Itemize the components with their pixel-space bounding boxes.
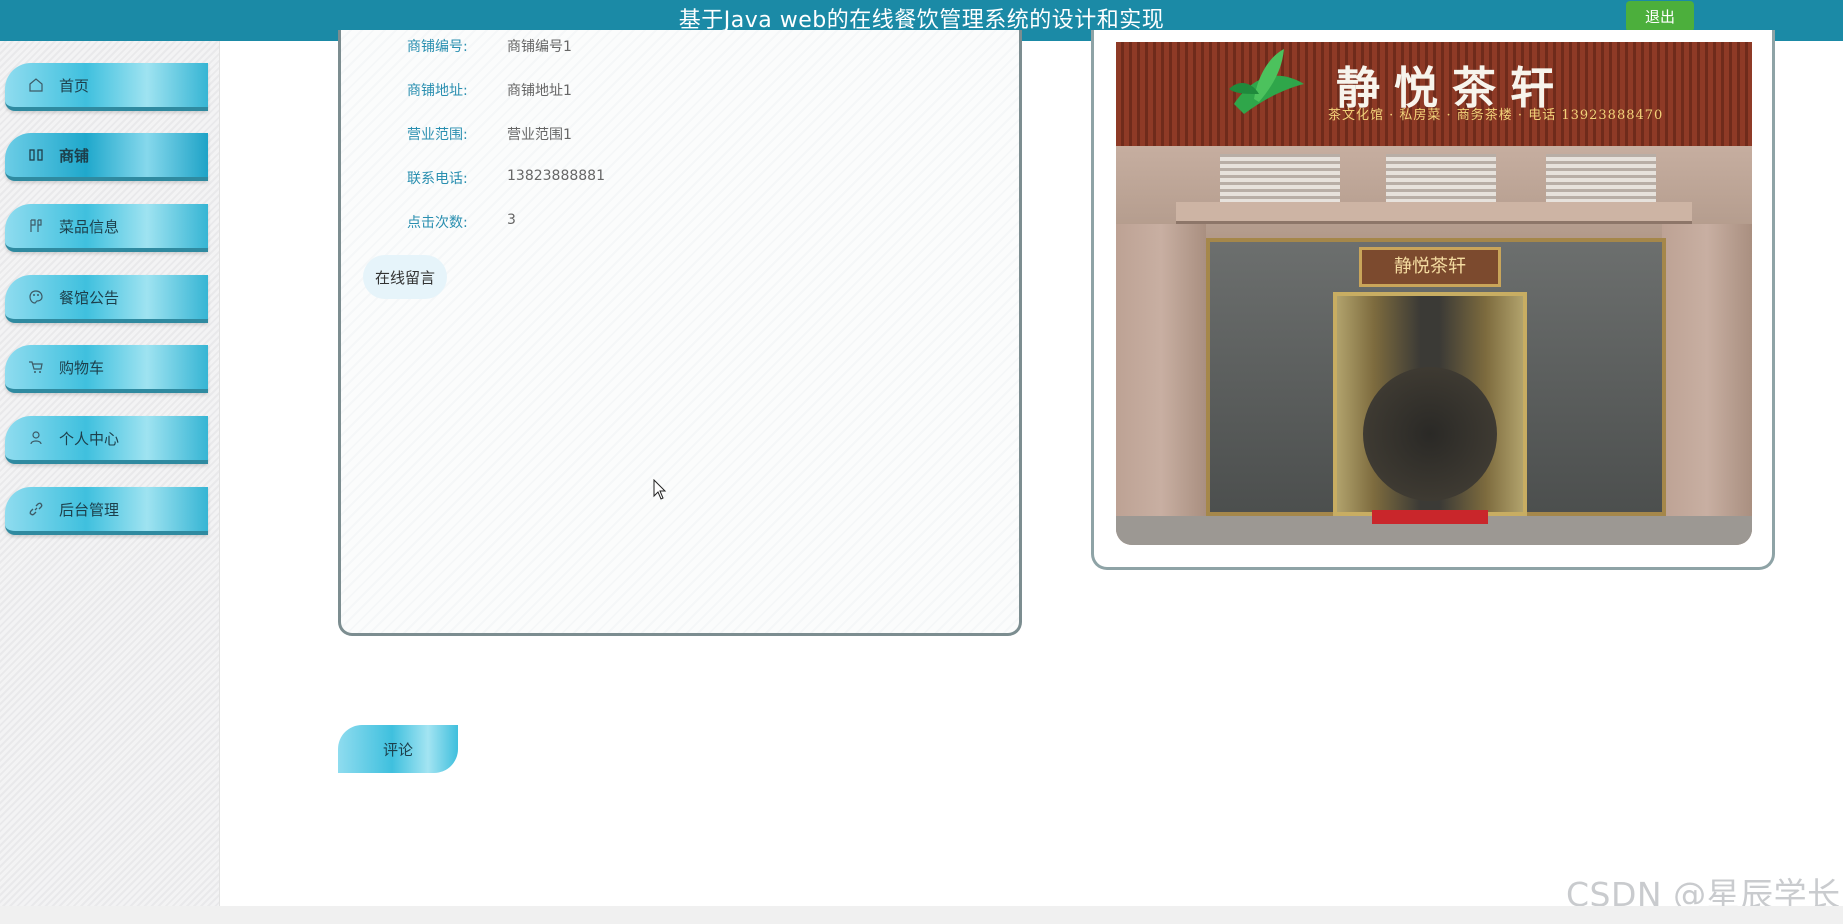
sidebar: 首页 商铺 菜品信息 餐馆公告 购物车 个人中心 后台管理	[0, 41, 220, 924]
sidebar-item-label: 菜品信息	[59, 217, 120, 236]
sidebar-item-profile[interactable]: 个人中心	[5, 416, 208, 464]
field-shop-id: 商铺编号: 商铺编号1	[407, 36, 572, 56]
sidebar-item-label: 个人中心	[59, 429, 120, 448]
field-phone: 联系电话: 13823888881	[407, 168, 605, 188]
logout-button[interactable]: 退出	[1626, 1, 1694, 32]
user-icon	[27, 429, 45, 447]
red-carpet	[1372, 510, 1488, 524]
sidebar-item-label: 首页	[59, 76, 90, 95]
palette-icon	[27, 288, 45, 306]
shop-detail-card: 商铺编号: 商铺编号1 商铺地址: 商铺地址1 营业范围: 营业范围1 联系电话…	[338, 30, 1022, 636]
sidebar-item-cart[interactable]: 购物车	[5, 345, 208, 393]
field-value: 营业范围1	[507, 127, 572, 143]
sidebar-item-shop[interactable]: 商铺	[5, 133, 208, 181]
field-value: 13823888881	[507, 168, 605, 184]
field-label: 点击次数:	[407, 215, 468, 231]
sidebar-item-label: 商铺	[59, 146, 90, 165]
sidebar-item-label: 后台管理	[59, 500, 120, 519]
mouse-cursor-icon	[653, 479, 667, 500]
field-value: 3	[507, 212, 516, 228]
moon-door	[1363, 367, 1497, 501]
field-value: 商铺地址1	[507, 83, 572, 99]
field-label: 营业范围:	[407, 127, 468, 143]
sidebar-item-home[interactable]: 首页	[5, 63, 208, 111]
door-plaque: 静悦茶轩	[1359, 247, 1501, 287]
link-icon	[27, 500, 45, 518]
shop-icon	[27, 146, 45, 164]
online-message-button[interactable]: 在线留言	[363, 255, 447, 299]
sidebar-item-label: 购物车	[59, 358, 105, 377]
sidebar-item-notice[interactable]: 餐馆公告	[5, 275, 208, 323]
leaf-logo-icon	[1229, 49, 1304, 114]
field-business-scope: 营业范围: 营业范围1	[407, 124, 572, 144]
pillar	[1116, 224, 1206, 545]
ledge	[1176, 202, 1692, 224]
shop-photo: 静悦茶轩 茶文化馆 · 私房菜 · 商务茶楼 · 电话 13923888470 …	[1116, 42, 1752, 545]
dish-icon	[27, 217, 45, 235]
sidebar-item-admin[interactable]: 后台管理	[5, 487, 208, 535]
field-label: 商铺地址:	[407, 83, 468, 99]
field-value: 商铺编号1	[507, 39, 572, 55]
bottom-strip	[0, 906, 1843, 924]
field-shop-address: 商铺地址: 商铺地址1	[407, 80, 572, 100]
sidebar-item-dishes[interactable]: 菜品信息	[5, 204, 208, 252]
system-title: 基于Java web的在线餐饮管理系统的设计和实现	[678, 7, 1165, 33]
cart-icon	[27, 358, 45, 376]
sign-subtitle: 茶文化馆 · 私房菜 · 商务茶楼 · 电话 13923888470	[1328, 108, 1664, 123]
home-icon	[27, 76, 45, 94]
pillar	[1662, 224, 1752, 545]
sidebar-item-label: 餐馆公告	[59, 288, 120, 307]
shop-photo-card: 静悦茶轩 茶文化馆 · 私房菜 · 商务茶楼 · 电话 13923888470 …	[1091, 30, 1775, 570]
field-label: 联系电话:	[407, 171, 468, 187]
comment-button[interactable]: 评论	[338, 725, 458, 773]
field-label: 商铺编号:	[407, 39, 468, 55]
field-click-count: 点击次数: 3	[407, 212, 516, 232]
